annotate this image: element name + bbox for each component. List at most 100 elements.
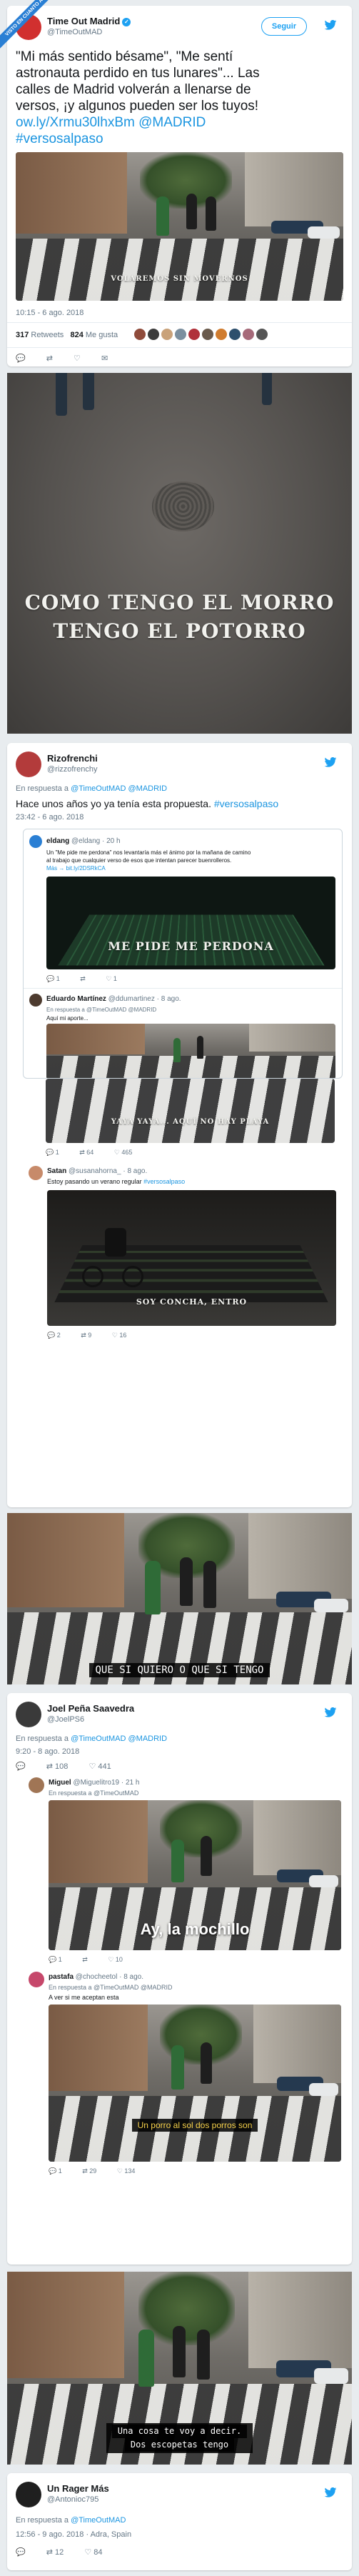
retweet-icon[interactable]: ⇄ 29 (82, 2167, 96, 2175)
avatar[interactable] (29, 994, 42, 1007)
joel-tweet-card: Joel Peña Saavedra @JoelPS6 En respuesta… (7, 1693, 352, 2265)
corner-badge: VISTO EN CUANTO A (0, 0, 50, 50)
reply-to: En respuesta a @TimeOutMAD (49, 1789, 139, 1797)
tweet-text: Hace unos años yo ya tenía esta propuest… (16, 798, 279, 809)
reply-actions: 💬 1 ⇄ ♡ 10 (49, 1956, 141, 1964)
rizofrenchi-tweet-card: Rizofrenchi @rizzofrenchy En respuesta a… (7, 743, 352, 1507)
retweet-icon[interactable]: ⇄ 12 (46, 2547, 64, 2557)
embedded-tweet[interactable]: eldang @eldang · 20 h Un "Me pide me per… (23, 829, 343, 1079)
like-icon[interactable]: ♡ (74, 354, 81, 363)
reply-photo[interactable]: Un porro al sol dos porros son (49, 2005, 341, 2162)
mention-link[interactable]: @MADRID (138, 115, 206, 130)
photo-caption: QUE SI QUIERO O QUE SI TENGO (7, 1663, 352, 1677)
author-name[interactable]: Joel Peña Saavedra (47, 1703, 134, 1714)
avatar[interactable] (29, 1972, 44, 1987)
avatar[interactable] (16, 2482, 41, 2507)
avatar[interactable] (16, 752, 41, 777)
escopetas-photo: Una cosa te voy a decir. Dos escopetas te… (7, 2272, 352, 2465)
quiero-photo: QUE SI QUIERO O QUE SI TENGO (7, 1513, 352, 1684)
pavement-text-line1: COMO TENGO EL MORRO (24, 591, 335, 614)
reply-to: En respuesta a @TimeOutMAD @MADRID (16, 1734, 168, 1743)
likers-avatars[interactable] (134, 329, 268, 340)
reply-author[interactable]: Eduardo Martínez @ddumartinez · 8 ago. (46, 995, 181, 1003)
main-tweet-card: Time Out Madrid ✓ @TimeOutMAD Seguir "Mi … (7, 6, 352, 366)
reply-to: En respuesta a @TimeOutMAD @MADRID (49, 1984, 173, 1991)
reply-icon[interactable]: 💬 1 (46, 1149, 59, 1157)
timestamp[interactable]: 23:42 - 6 ago. 2018 (16, 813, 84, 822)
avatar[interactable] (29, 835, 42, 848)
tweet-link[interactable]: ow.ly/Xrmu30lhxBm (16, 115, 135, 130)
author-name[interactable]: Rizofrenchi (47, 753, 98, 764)
reply-icon[interactable]: 💬 (16, 1762, 26, 1771)
reply-icon[interactable]: 💬 1 (46, 975, 60, 983)
verified-icon: ✓ (122, 17, 131, 26)
reply-icon[interactable]: 💬 1 (49, 2167, 62, 2175)
author-handle[interactable]: @TimeOutMAD (47, 28, 102, 36)
reply-icon[interactable]: 💬 (16, 2547, 26, 2557)
timestamp[interactable]: 10:15 - 6 ago. 2018 (16, 309, 84, 317)
reply-actions: 💬 1 ⇄ 29 ♡ 134 (49, 2167, 153, 2175)
page: VISTO EN CUANTO A Time Out Madrid ✓ @Time… (0, 0, 359, 2576)
like-icon[interactable]: ♡ 1 (106, 975, 117, 983)
hashtag-link[interactable]: #versosalpaso (16, 131, 103, 146)
pavement-photo: COMO TENGO EL MORRO TENGO EL POTORRO (7, 373, 352, 734)
photo-caption: SOY CONCHA, ENTRO (136, 1297, 248, 1307)
embedded-actions: 💬 1 ⇄ ♡ 1 (46, 975, 136, 983)
retweet-icon[interactable]: ⇄ (46, 354, 53, 363)
reply-photo[interactable]: Ay, la mochillo (49, 1800, 341, 1950)
tweet-actions: 💬 ⇄ 108 ♡ 441 (16, 1762, 130, 1771)
embedded-photo[interactable]: ME PIDE ME PERDONA (46, 877, 335, 969)
twitter-bird-icon (324, 757, 337, 767)
avatar[interactable] (29, 1777, 44, 1793)
tweet-text: "Mi más sentido bésame", "Me sentí astro… (16, 49, 260, 146)
reply-icon[interactable]: 💬 (16, 354, 26, 363)
message-icon[interactable]: ✉ (101, 354, 108, 363)
retweet-icon[interactable]: ⇄ 64 (79, 1149, 93, 1157)
like-icon[interactable]: ♡ 134 (117, 2167, 136, 2175)
follow-button[interactable]: Seguir (261, 17, 307, 36)
retweet-icon[interactable]: ⇄ 9 (81, 1332, 91, 1339)
author-handle[interactable]: @JoelPS6 (47, 1715, 84, 1724)
reply-text: A ver si me aceptan esta (49, 1994, 119, 2001)
reply-icon[interactable]: 💬 2 (47, 1332, 61, 1339)
author-handle[interactable]: @rizzofrenchy (47, 765, 97, 774)
reply-actions: 💬 2 ⇄ 9 ♡ 16 (47, 1332, 145, 1339)
avatar[interactable] (29, 1166, 43, 1180)
reply-photo-lower[interactable]: YAYA YAYA... AQUÍ NO HAY PLAYA (46, 1079, 335, 1143)
like-icon[interactable]: ♡ 465 (114, 1149, 133, 1157)
author-handle[interactable]: @Antonioc795 (47, 2495, 98, 2504)
embedded-author[interactable]: eldang @eldang · 20 h (46, 837, 121, 845)
author-name[interactable]: Un Rager Más (47, 2483, 109, 2494)
reply-text: Aquí mi aporte... (46, 1015, 89, 1022)
like-icon[interactable]: ♡ 84 (84, 2547, 102, 2557)
reply-to: En respuesta a @TimeOutMAD @MADRID (16, 784, 168, 793)
like-icon[interactable]: ♡ 16 (112, 1332, 127, 1339)
reply-author[interactable]: Miguel @Miguelitro19 · 21 h (49, 1779, 139, 1787)
retweet-icon[interactable]: ⇄ (80, 975, 86, 983)
reply-actions: 💬 1 ⇄ 64 ♡ 465 (46, 1149, 151, 1157)
retweet-icon[interactable]: ⇄ 108 (46, 1762, 69, 1771)
retweet-icon[interactable]: ⇄ (82, 1956, 88, 1964)
engagement-stats: 317 Retweets 824 Me gusta (16, 331, 118, 339)
photo-caption: Una cosa te voy a decir. Dos escopetas te… (7, 2423, 352, 2453)
reply-author[interactable]: Satan @susanahorna_ · 8 ago. (47, 1167, 147, 1175)
avatar[interactable] (16, 1702, 41, 1727)
hashtag-link[interactable]: #versosalpaso (214, 798, 278, 809)
reply-photo[interactable] (46, 1024, 335, 1078)
timestamp[interactable]: 9:20 - 8 ago. 2018 (16, 1747, 79, 1756)
author-name[interactable]: Time Out Madrid ✓ (47, 16, 131, 26)
tweet-photo[interactable]: VOLAREMOS SIN MOVERNOS (16, 152, 343, 301)
embedded-text: Un "Me pide me perdona" nos levantaría m… (46, 849, 251, 872)
tweet-actions: 💬 ⇄ 12 ♡ 84 (16, 2547, 121, 2557)
reply-author[interactable]: pastafa @chocheetol · 8 ago. (49, 1973, 143, 1981)
twitter-bird-icon (324, 2487, 337, 2497)
like-icon[interactable]: ♡ 441 (89, 1762, 111, 1771)
photo-caption: Un porro al sol dos porros son (49, 2119, 341, 2132)
reply-photo[interactable]: SOY CONCHA, ENTRO (47, 1190, 336, 1326)
photo-caption: Ay, la mochillo (140, 1920, 250, 1938)
reply-icon[interactable]: 💬 1 (49, 1956, 62, 1964)
timestamp[interactable]: 12:56 - 9 ago. 2018 · Adra, Spain (16, 2530, 131, 2539)
like-icon[interactable]: ♡ 10 (108, 1956, 123, 1964)
twitter-bird-icon (324, 20, 337, 30)
photo-caption: VOLAREMOS SIN MOVERNOS (111, 275, 248, 283)
